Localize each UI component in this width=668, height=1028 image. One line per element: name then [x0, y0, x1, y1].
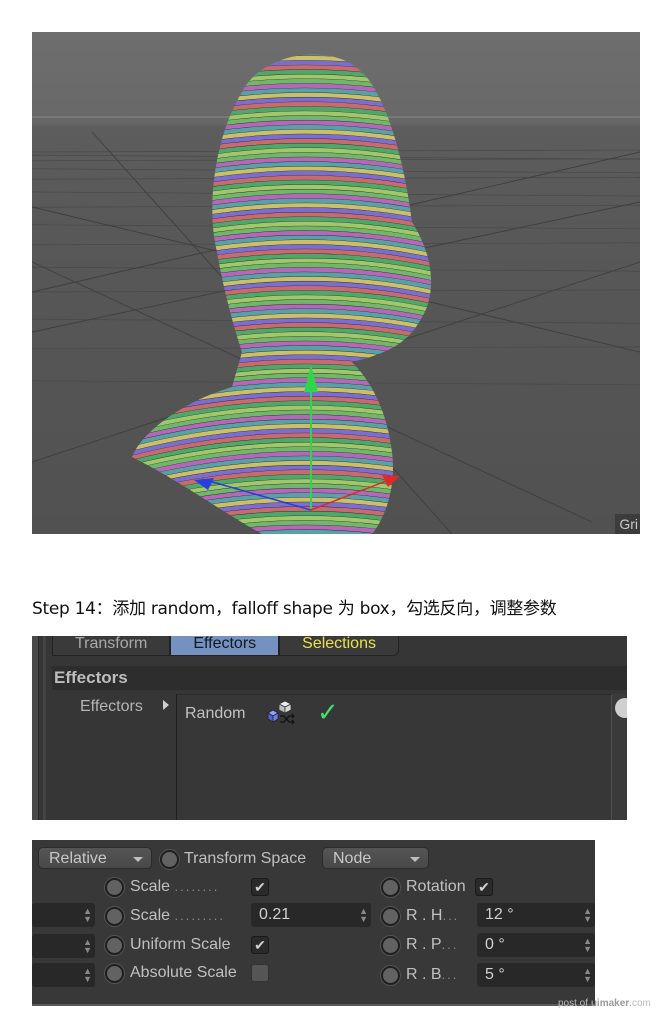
- sliced-bust-model: [132, 54, 432, 534]
- scale-value-label: Scale .........: [130, 907, 225, 924]
- section-title: Effectors: [52, 666, 627, 690]
- uniform-scale-label: Uniform Scale: [130, 936, 231, 953]
- rotation-enable-label: Rotation: [406, 878, 466, 895]
- absolute-scale-label: Absolute Scale: [130, 964, 237, 981]
- transform-space-anim-radio[interactable]: [160, 850, 179, 869]
- panel-scrollbar[interactable]: [612, 694, 627, 820]
- mode-dropdown-value: Relative: [49, 850, 107, 867]
- rotation-h-label: R . H...: [406, 907, 460, 924]
- rotation-b-input[interactable]: 5 ° ▲ ▼: [477, 963, 595, 987]
- spinner-arrows-icon[interactable]: ▲ ▼: [83, 967, 92, 984]
- bust-stripe: [132, 529, 432, 534]
- spinner-arrows-icon[interactable]: ▲ ▼: [583, 907, 592, 924]
- scale-value-input[interactable]: 0.21 ▲ ▼: [251, 903, 371, 927]
- panel-edge-inner: [43, 636, 46, 820]
- step-caption: Step 14：添加 random，falloff shape 为 box，勾选…: [32, 599, 557, 619]
- scale-enable-anim-radio[interactable]: [105, 878, 124, 897]
- rotation-p-input[interactable]: 0 ° ▲ ▼: [477, 933, 595, 957]
- rotation-h-anim-radio[interactable]: [381, 907, 400, 926]
- rotation-enable-checkbox[interactable]: ✔: [475, 878, 493, 896]
- rotation-h-value: 12 °: [485, 906, 514, 923]
- rotation-enable-anim-radio[interactable]: [381, 878, 400, 897]
- effector-enabled-checkmark[interactable]: ✓: [317, 697, 339, 728]
- panel-edge: [32, 636, 39, 820]
- 3d-viewport[interactable]: Gri: [32, 32, 640, 534]
- viewport-scene: [32, 54, 640, 534]
- rotation-h-input[interactable]: 12 ° ▲ ▼: [477, 903, 595, 927]
- rotation-p-label: R . P...: [406, 936, 459, 953]
- spinner-arrows-icon[interactable]: ▲ ▼: [83, 907, 92, 924]
- mode-dropdown[interactable]: Relative: [38, 847, 152, 869]
- rotation-b-label: R . B...: [406, 966, 459, 983]
- spinner-arrows-icon[interactable]: ▲ ▼: [359, 907, 368, 924]
- spinner-arrows-icon[interactable]: ▲ ▼: [83, 938, 92, 955]
- rotation-b-value: 5 °: [485, 966, 505, 983]
- hud-grid-label: Gri: [615, 514, 640, 534]
- tab-selections[interactable]: Selections: [279, 636, 399, 656]
- tab-bar: Transform Effectors Selections: [52, 636, 399, 656]
- tab-transform[interactable]: Transform: [52, 636, 171, 656]
- cutoff-number-field[interactable]: ▲ ▼: [32, 903, 95, 927]
- absolute-scale-checkbox[interactable]: [251, 964, 269, 982]
- chevron-down-icon: [133, 857, 143, 862]
- uniform-scale-checkbox[interactable]: ✔: [251, 936, 269, 954]
- tab-effectors[interactable]: Effectors: [170, 636, 280, 656]
- cutoff-number-field[interactable]: ▲ ▼: [32, 963, 95, 987]
- spinner-arrows-icon[interactable]: ▲ ▼: [583, 967, 592, 984]
- scale-value-anim-radio[interactable]: [105, 907, 124, 926]
- random-effector-icon: [267, 700, 295, 725]
- effectors-panel: Transform Effectors Selections Effectors…: [32, 636, 627, 820]
- scale-value: 0.21: [259, 906, 291, 923]
- rotation-b-anim-radio[interactable]: [381, 966, 400, 985]
- expand-arrow-icon[interactable]: [163, 700, 169, 710]
- uniform-scale-anim-radio[interactable]: [105, 936, 124, 955]
- watermark: post of uimaker.com: [558, 998, 651, 1009]
- effector-name[interactable]: Random: [185, 705, 245, 723]
- rotation-p-anim-radio[interactable]: [381, 936, 400, 955]
- scale-enable-label: Scale ........: [130, 878, 220, 895]
- spinner-arrows-icon[interactable]: ▲ ▼: [583, 937, 592, 954]
- scale-enable-checkbox[interactable]: ✔: [251, 878, 269, 896]
- transform-space-label: Transform Space: [184, 850, 307, 867]
- cutoff-number-field[interactable]: ▲ ▼: [32, 934, 95, 958]
- absolute-scale-anim-radio[interactable]: [105, 964, 124, 983]
- transform-params-panel: Relative Transform Space Node ▲ ▼ ▲ ▼ ▲ ▼ S…: [32, 840, 595, 1006]
- rotation-p-value: 0 °: [485, 936, 505, 953]
- scroll-button[interactable]: [615, 698, 627, 718]
- chevron-down-icon: [410, 857, 420, 862]
- transform-space-value: Node: [333, 850, 372, 867]
- transform-space-dropdown[interactable]: Node: [322, 847, 429, 869]
- effectors-list[interactable]: Random ✓: [176, 694, 612, 820]
- effectors-field-label: Effectors: [80, 698, 143, 715]
